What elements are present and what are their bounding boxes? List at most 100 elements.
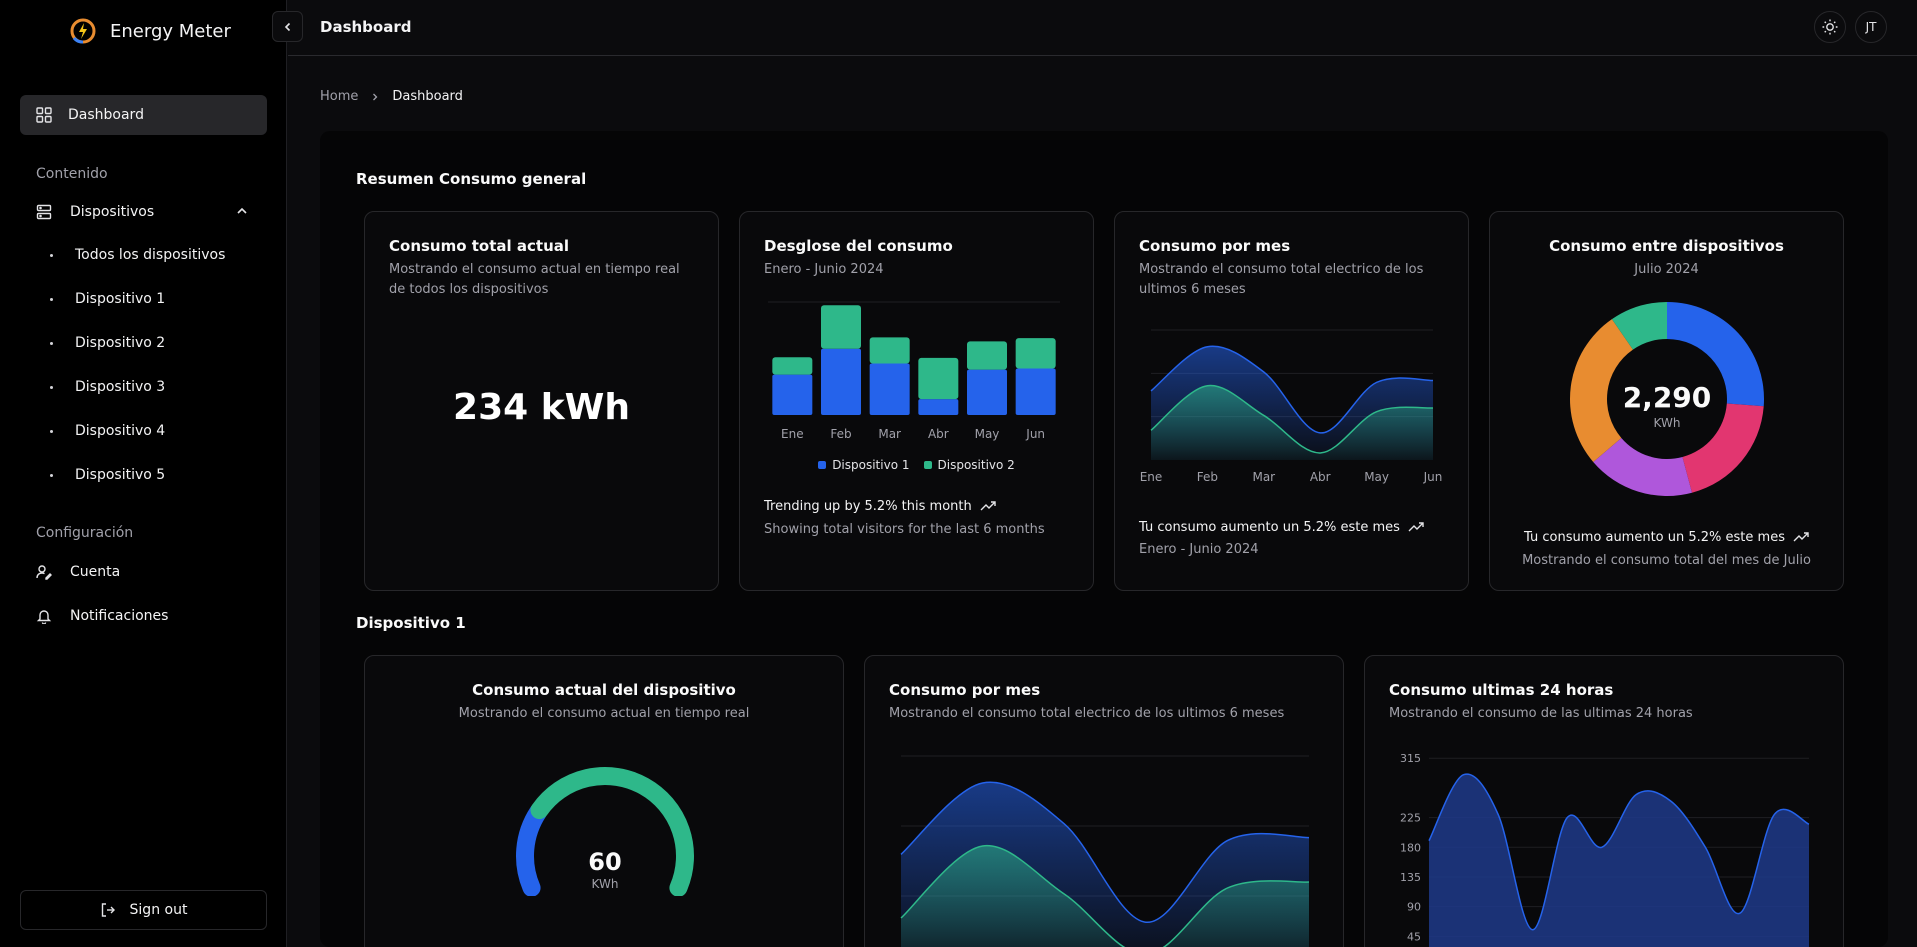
group-label-contenido: Contenido — [36, 166, 108, 182]
sidebar-item-label: Notificaciones — [70, 608, 169, 624]
sidebar-sub-item[interactable]: Dispositivo 2 — [50, 335, 165, 351]
gauge-unit: KWh — [592, 877, 619, 891]
top-bar — [288, 0, 1917, 56]
card-title: Consumo por mes — [889, 681, 1041, 699]
device-donut-chart: 2,290 KWh — [1570, 302, 1764, 496]
main-content: Resumen Consumo general Consumo total ac… — [320, 131, 1888, 947]
device-monthly-area-chart — [900, 755, 1310, 947]
card-subtitle: Mostrando el consumo actual en tiempo re… — [458, 706, 750, 721]
bar-dispositivo-1 — [918, 399, 959, 415]
gauge-segment — [516, 803, 548, 896]
sub-item-label: Todos los dispositivos — [75, 247, 226, 263]
legend-label: Dispositivo 2 — [937, 458, 1015, 472]
card-footer: Mostrando el consumo total del mes de Ju… — [1522, 553, 1811, 568]
sub-item-label: Dispositivo 3 — [75, 379, 166, 395]
chevron-up-icon[interactable] — [235, 204, 249, 218]
card-title: Consumo ultimas 24 horas — [1389, 681, 1614, 699]
bullet-icon — [50, 473, 53, 477]
card-consumption-breakdown: Desglose del consumo Enero - Junio 2024 … — [739, 211, 1094, 591]
sidebar-sub-item[interactable]: Dispositivo 3 — [50, 379, 165, 395]
chart-legend: Dispositivo 1 Dispositivo 2 — [740, 458, 1093, 472]
app: Energy Meter Dashboard Contenido Disposi… — [0, 0, 1917, 947]
card-device-24h: Consumo ultimas 24 horas Mostrando el co… — [1364, 655, 1844, 947]
user-avatar[interactable]: JT — [1855, 11, 1887, 43]
x-tick-label: May — [975, 427, 1000, 441]
sidebar-item-dispositivos[interactable]: Dispositivos — [36, 200, 154, 224]
card-subtitle: Mostrando el consumo de las ultimas 24 h… — [1389, 706, 1693, 721]
card-monthly-consumption: Consumo por mes Mostrando el consumo tot… — [1114, 211, 1469, 591]
sub-item-label: Dispositivo 2 — [75, 335, 166, 351]
x-tick-label: Mar — [878, 427, 901, 441]
trend-label: Tu consumo aumento un 5.2% este mes — [1524, 529, 1785, 545]
server-icon — [36, 204, 52, 220]
card-title: Consumo por mes — [1139, 237, 1291, 255]
card-device-gauge: Consumo actual del dispositivo Mostrando… — [364, 655, 844, 947]
sidebar-item-dashboard[interactable]: Dashboard — [20, 95, 267, 135]
sidebar-sub-item[interactable]: Todos los dispositivos — [50, 247, 225, 263]
x-tick-label: Feb — [1197, 470, 1218, 484]
y-tick-label: 225 — [1400, 812, 1421, 825]
card-total-consumption: Consumo total actual Mostrando el consum… — [364, 211, 719, 591]
legend-item: Dispositivo 2 — [923, 458, 1015, 472]
sidebar-item-label: Dispositivos — [70, 204, 155, 220]
card-subtitle: Julio 2024 — [1634, 262, 1699, 277]
sidebar-sub-item[interactable]: Dispositivo 4 — [50, 423, 165, 439]
card-device-distribution: Consumo entre dispositivos Julio 2024 2,… — [1489, 211, 1844, 591]
brand[interactable]: Energy Meter — [68, 16, 231, 46]
trend-label: Trending up by 5.2% this month — [764, 498, 972, 514]
bullet-icon — [50, 297, 53, 301]
page-title: Dashboard — [320, 18, 412, 36]
legend-swatch — [923, 461, 932, 469]
x-tick-label: Feb — [830, 427, 851, 441]
bar-dispositivo-1 — [821, 348, 861, 415]
donut-slice — [1682, 403, 1764, 493]
x-tick-label: Ene — [1140, 470, 1163, 484]
chevron-right-icon — [373, 93, 378, 100]
card-footer: Enero - Junio 2024 — [1139, 542, 1259, 557]
bullet-icon — [50, 341, 53, 345]
bar-dispositivo-2 — [772, 357, 813, 375]
card-title: Consumo entre dispositivos — [1549, 237, 1784, 255]
card-title: Consumo total actual — [389, 237, 570, 255]
bar-dispositivo-1 — [967, 369, 1007, 415]
x-tick-label: Ene — [781, 427, 804, 441]
trend-text: Tu consumo aumento un 5.2% este mes — [1490, 529, 1843, 545]
breadcrumb-home[interactable]: Home — [320, 89, 358, 104]
y-tick-label: 90 — [1407, 901, 1421, 914]
bar-dispositivo-1 — [1015, 368, 1056, 415]
card-footer: Showing total visitors for the last 6 mo… — [764, 522, 1045, 537]
trending-up-icon — [1793, 532, 1809, 542]
collapse-sidebar-button[interactable] — [272, 11, 303, 42]
card-subtitle: Mostrando el consumo actual en tiempo re… — [389, 262, 680, 297]
theme-toggle-button[interactable] — [1814, 11, 1846, 43]
bar-dispositivo-2 — [821, 305, 861, 349]
sidebar-sub-item[interactable]: Dispositivo 1 — [50, 291, 165, 307]
card-subtitle: Enero - Junio 2024 — [764, 262, 884, 277]
bar-dispositivo-1 — [772, 374, 813, 415]
device-gauge-chart: 60KWh — [516, 767, 694, 896]
sub-item-label: Dispositivo 1 — [75, 291, 166, 307]
gauge-value: 60 — [588, 848, 621, 876]
breakdown-bar-chart: Ene Feb Mar Abr May Jun — [768, 301, 1060, 441]
x-tick-label: Jun — [1423, 470, 1443, 484]
legend-label: Dispositivo 1 — [832, 458, 910, 472]
sign-out-button[interactable]: Sign out — [20, 890, 267, 930]
x-tick-label: May — [1364, 470, 1389, 484]
log-out-icon — [101, 903, 115, 917]
sidebar: Energy Meter Dashboard Contenido Disposi… — [0, 0, 287, 947]
sidebar-sub-item[interactable]: Dispositivo 5 — [50, 467, 165, 483]
legend-item: Dispositivo 1 — [818, 458, 910, 472]
monthly-area-chart: Ene Feb Mar Abr May Jun — [1140, 329, 1443, 484]
trend-text: Tu consumo aumento un 5.2% este mes — [1139, 519, 1424, 535]
sidebar-item-label: Dashboard — [68, 107, 144, 123]
energy-logo-icon — [70, 18, 96, 44]
section-title-summary: Resumen Consumo general — [356, 170, 587, 188]
sidebar-item-cuenta[interactable]: Cuenta — [36, 560, 120, 584]
sub-item-label: Dispositivo 5 — [75, 467, 166, 483]
bell-icon — [36, 610, 52, 624]
user-pen-icon — [36, 565, 52, 580]
x-tick-label: Abr — [928, 427, 949, 441]
app-name: Energy Meter — [110, 20, 231, 42]
sidebar-item-notificaciones[interactable]: Notificaciones — [36, 604, 168, 628]
x-tick-label: Mar — [1252, 470, 1275, 484]
